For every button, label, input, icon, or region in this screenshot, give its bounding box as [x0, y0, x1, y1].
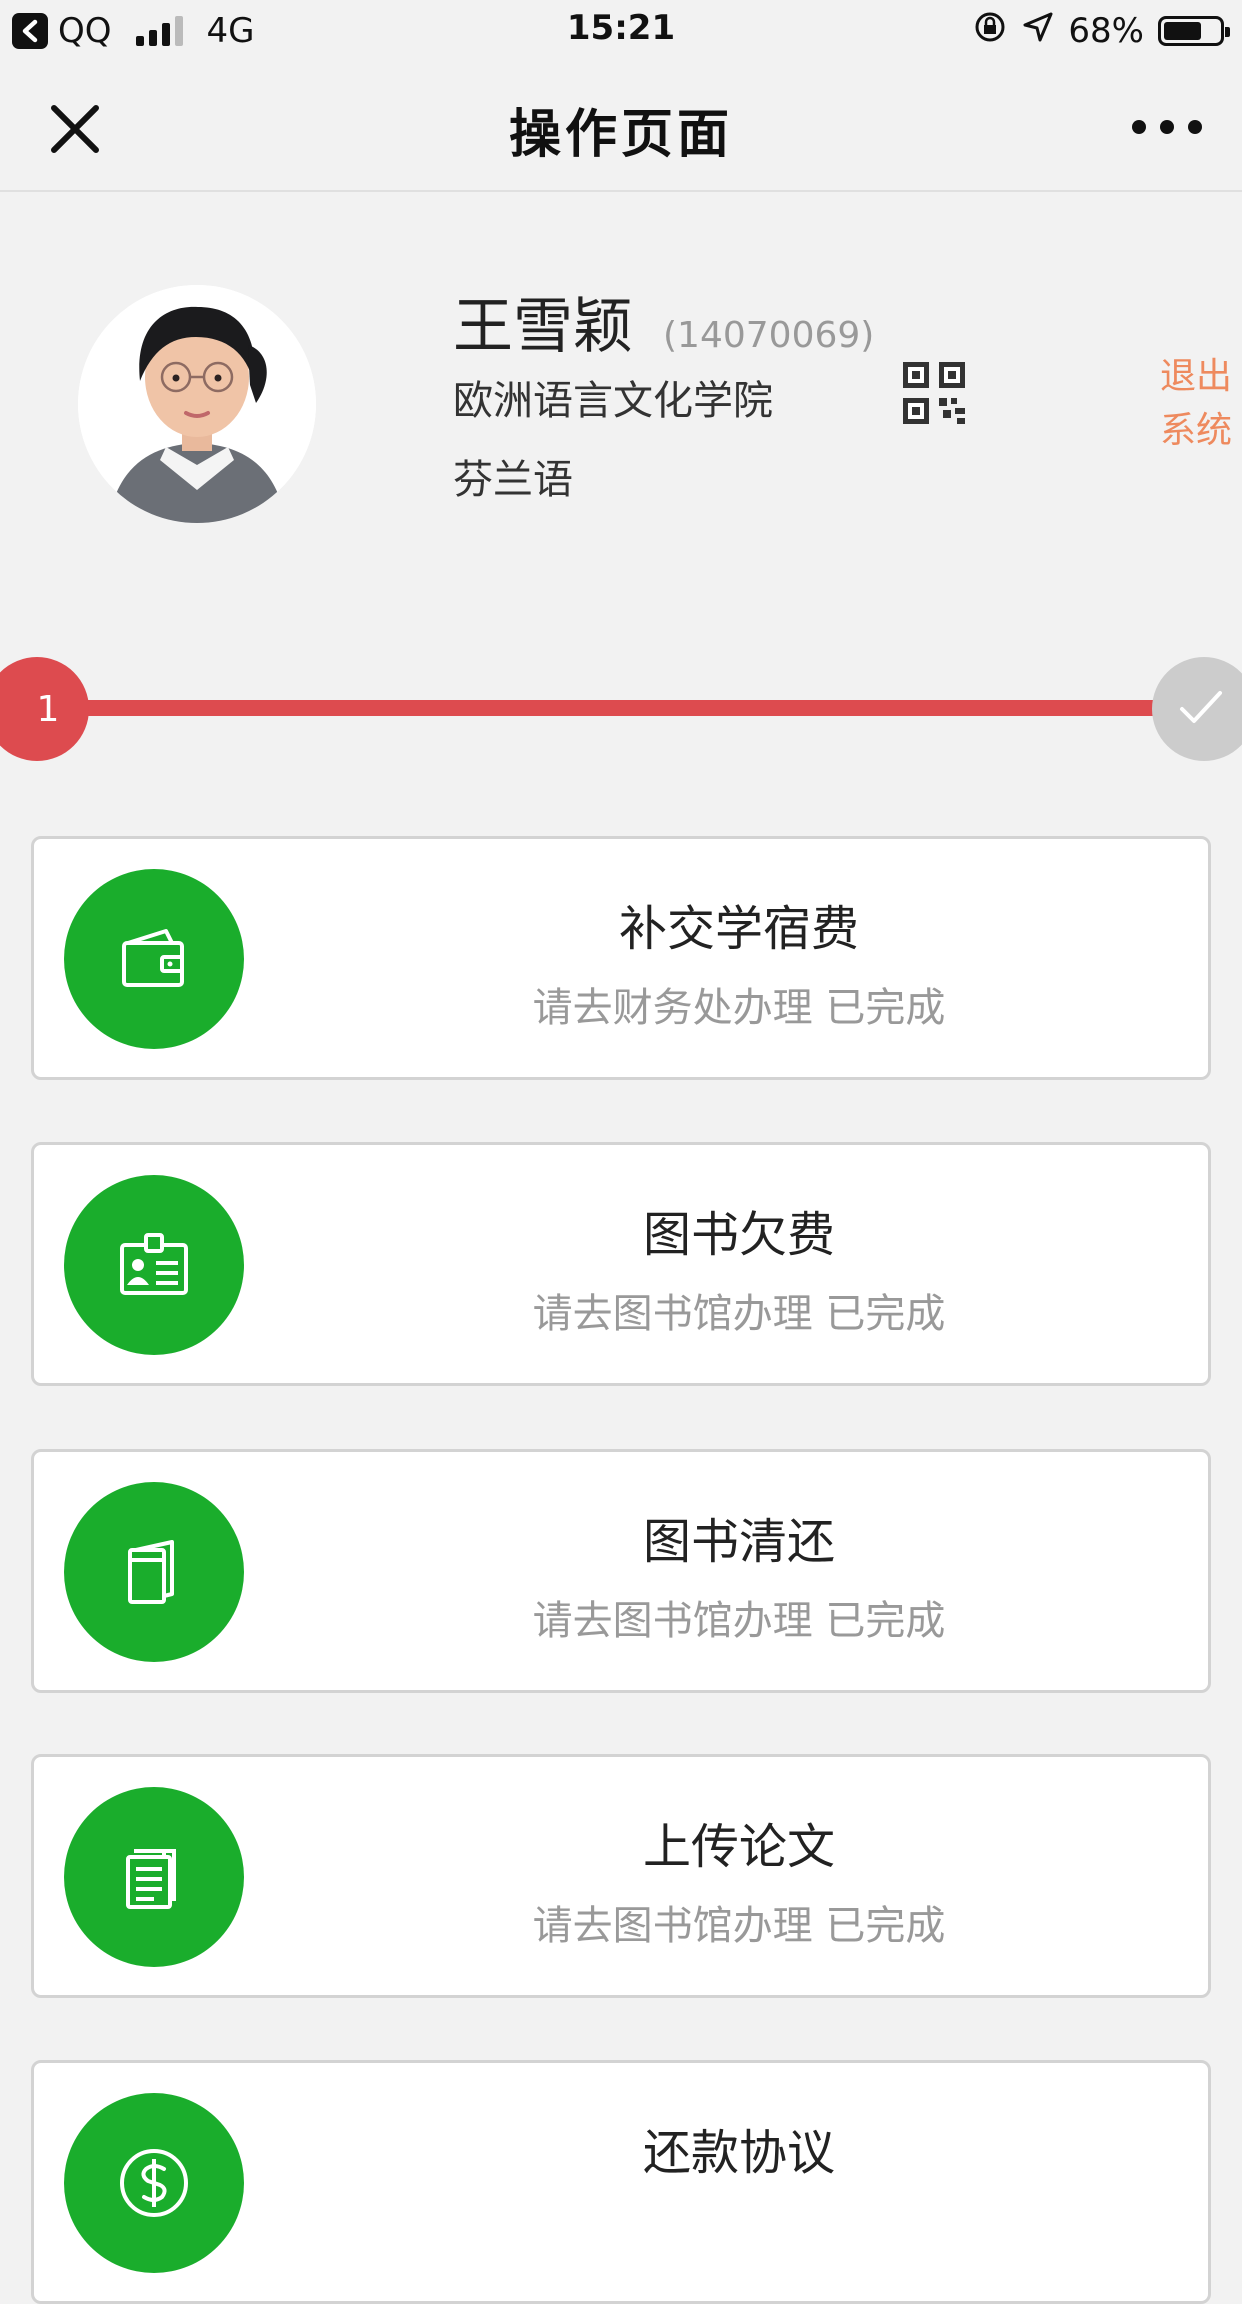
- progress-track: [40, 700, 1200, 716]
- task-status: 请去图书馆办理 已完成: [532, 1903, 946, 1949]
- rotation-lock-icon: [972, 9, 1008, 54]
- task-status: 请去财务处办理 已完成: [532, 985, 946, 1031]
- task-card-tuition[interactable]: 补交学宿费 请去财务处办理 已完成: [31, 836, 1211, 1080]
- student-id: (14070069): [663, 315, 875, 356]
- battery-icon: [1158, 16, 1230, 46]
- task-status: 请去图书馆办理 已完成: [532, 1291, 946, 1337]
- checkmark-icon: [1178, 687, 1224, 731]
- page-title: 操作页面: [508, 105, 733, 165]
- task-card-library-fee[interactable]: 图书欠费 请去图书馆办理 已完成: [31, 1142, 1211, 1386]
- status-right: 68%: [972, 9, 1230, 54]
- college-label: 欧洲语言文化学院: [453, 378, 773, 424]
- task-title: 图书欠费: [642, 1207, 835, 1263]
- status-bar: QQ 4G 15:21 68%: [0, 0, 1242, 62]
- nav-bar: 操作页面: [0, 62, 1242, 192]
- student-name: 王雪颖: [453, 292, 633, 362]
- progress-step-current: 1: [0, 657, 89, 761]
- task-title: 图书清还: [642, 1514, 835, 1570]
- task-card-upload-thesis[interactable]: 上传论文 请去图书馆办理 已完成: [31, 1754, 1211, 1998]
- progress-step-complete: [1152, 657, 1242, 761]
- avatar: [78, 285, 316, 523]
- qr-code-icon[interactable]: [903, 362, 965, 424]
- task-title: 上传论文: [642, 1819, 835, 1875]
- logout-button[interactable]: 退出系统: [1140, 350, 1232, 458]
- task-card-return-books[interactable]: 图书清还 请去图书馆办理 已完成: [31, 1449, 1211, 1693]
- task-status: 请去图书馆办理 已完成: [532, 1598, 946, 1644]
- task-card-repayment-agreement[interactable]: 还款协议: [31, 2060, 1211, 2304]
- major-label: 芬兰语: [453, 457, 573, 503]
- battery-percent: 68%: [1068, 11, 1144, 51]
- task-title: 补交学宿费: [618, 901, 859, 957]
- location-icon: [1022, 11, 1054, 52]
- name-row: 王雪颖 (14070069): [453, 278, 874, 365]
- more-icon[interactable]: [1132, 112, 1202, 142]
- task-title: 还款协议: [642, 2125, 835, 2181]
